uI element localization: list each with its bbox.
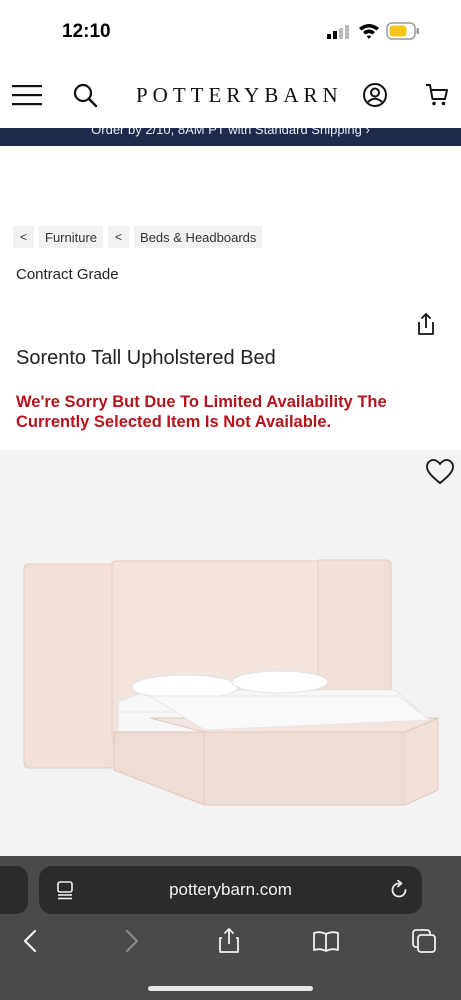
bookmarks-icon[interactable] — [313, 928, 339, 954]
cart-icon[interactable] — [425, 82, 449, 108]
url-text: potterybarn.com — [169, 880, 292, 899]
product-hero-image[interactable] — [0, 450, 461, 870]
availability-alert: We're Sorry But Due To Limited Availabil… — [16, 393, 387, 431]
breadcrumb-item-furniture[interactable]: Furniture — [39, 226, 104, 248]
reload-icon[interactable] — [389, 880, 409, 900]
heart-icon[interactable] — [426, 459, 454, 485]
browser-bottom-bar: potterybarn.com — [0, 856, 461, 1000]
status-time: 12:10 — [62, 21, 111, 42]
share-sheet-icon[interactable] — [216, 928, 242, 954]
breadcrumb-back-icon[interactable]: < — [108, 226, 130, 248]
share-icon[interactable] — [413, 311, 439, 337]
cellular-signal-icon — [327, 25, 349, 39]
tabs-icon[interactable] — [411, 928, 437, 954]
product-brand-line: Contract Grade — [16, 266, 119, 283]
breadcrumb: < Furniture < Beds & Headboards — [13, 226, 263, 248]
wifi-icon — [359, 24, 379, 39]
back-icon[interactable] — [18, 928, 44, 954]
menu-icon[interactable] — [12, 84, 42, 106]
breadcrumb-back-icon[interactable]: < — [13, 226, 34, 248]
browser-toolbar — [0, 924, 461, 960]
home-indicator — [148, 986, 313, 991]
bed-image — [23, 559, 439, 806]
previous-tab-preview[interactable] — [0, 866, 28, 914]
battery-icon — [386, 22, 419, 40]
account-icon[interactable] — [362, 82, 388, 108]
site-header: POTTERYBARN — [0, 62, 461, 128]
product-title: Sorento Tall Upholstered Bed — [16, 347, 276, 369]
search-icon[interactable] — [72, 82, 98, 108]
forward-icon[interactable] — [118, 928, 144, 954]
breadcrumb-item-beds-headboards[interactable]: Beds & Headboards — [134, 226, 263, 248]
promo-banner[interactable]: Order by 2/10, 8AM PT with Standard Ship… — [0, 128, 461, 146]
address-bar[interactable]: potterybarn.com — [39, 866, 422, 914]
promo-text: Order by 2/10, 8AM PT with Standard Ship… — [91, 128, 370, 137]
status-bar: 12:10 — [0, 0, 461, 62]
site-logo[interactable]: POTTERYBARN — [136, 83, 343, 108]
